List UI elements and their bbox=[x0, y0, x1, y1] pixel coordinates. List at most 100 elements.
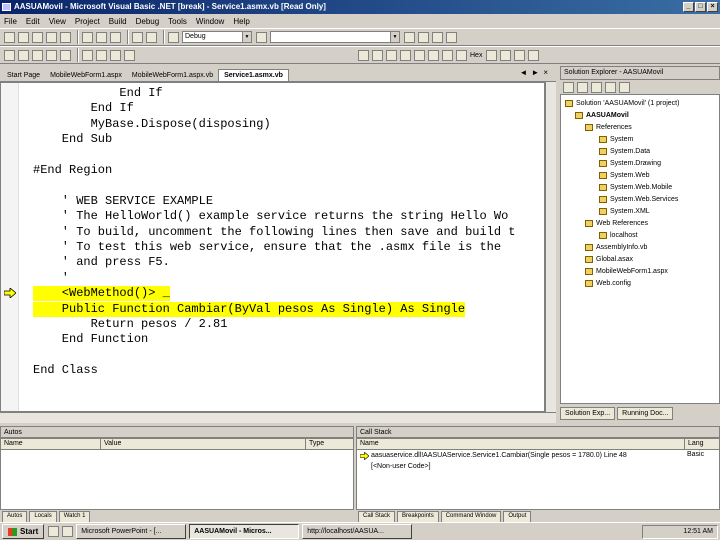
tree-item-references[interactable]: References bbox=[585, 122, 632, 133]
tab-mobilewebform1-aspx[interactable]: MobileWebForm1.aspx bbox=[45, 70, 127, 81]
web-icon[interactable] bbox=[528, 49, 540, 61]
callstack-col-lang[interactable]: Lang bbox=[685, 439, 719, 450]
new-project-icon[interactable] bbox=[4, 31, 15, 43]
properties-icon[interactable] bbox=[619, 81, 630, 93]
menu-build[interactable]: Build bbox=[109, 17, 127, 26]
callstack-grid[interactable]: Name Lang aasuaservice.dll!AASUAService.… bbox=[356, 438, 720, 510]
tree-item-ref-system-drawing[interactable]: System.Drawing bbox=[599, 158, 661, 169]
code-line[interactable]: ' To build, uncomment the following line… bbox=[33, 225, 516, 240]
menu-file[interactable]: File bbox=[4, 17, 17, 26]
solution-config-combo[interactable]: Debug ▼ bbox=[182, 31, 252, 43]
tree-item-ref-system-web-mobile[interactable]: System.Web.Mobile bbox=[599, 182, 672, 193]
tab-nav-controls[interactable]: ◄►× bbox=[519, 68, 552, 77]
redo-icon[interactable] bbox=[146, 31, 157, 43]
outdent-icon[interactable] bbox=[18, 49, 29, 61]
code-line[interactable]: ' WEB SERVICE EXAMPLE bbox=[33, 194, 213, 209]
code-line[interactable]: ' bbox=[33, 271, 69, 286]
editor-margin[interactable] bbox=[1, 83, 19, 411]
taskbar-powerpoint[interactable]: Microsoft PowerPoint - [... bbox=[76, 524, 187, 539]
tree-item-global-asax[interactable]: Global.asax bbox=[585, 254, 633, 265]
view-code-icon[interactable] bbox=[563, 81, 574, 93]
code-line[interactable]: End Function bbox=[33, 332, 148, 347]
bookmark-prev-icon[interactable] bbox=[110, 49, 121, 61]
tab-start-page[interactable]: Start Page bbox=[2, 70, 45, 81]
code-line[interactable]: <WebMethod()> _ bbox=[33, 286, 170, 302]
autos-col-name[interactable]: Name bbox=[1, 439, 101, 450]
code-editor[interactable]: End If End If MyBase.Dispose(disposing) … bbox=[0, 82, 545, 412]
bookmark-clear-icon[interactable] bbox=[124, 49, 135, 61]
code-line[interactable]: #End Region bbox=[33, 163, 112, 178]
menu-debug[interactable]: Debug bbox=[136, 17, 160, 26]
menu-view[interactable]: View bbox=[49, 17, 66, 26]
code-line[interactable]: ' The HelloWorld() example service retur… bbox=[33, 209, 508, 224]
start-debug-icon[interactable] bbox=[168, 31, 179, 43]
step-out-icon[interactable] bbox=[456, 49, 467, 61]
show-all-files-icon[interactable] bbox=[605, 81, 616, 93]
step-over-icon[interactable] bbox=[442, 49, 453, 61]
toolbox-icon[interactable] bbox=[432, 31, 443, 43]
autos-col-value[interactable]: Value bbox=[101, 439, 306, 450]
breakpoints-window-icon[interactable] bbox=[486, 49, 498, 61]
step-into-icon[interactable] bbox=[428, 49, 439, 61]
tab-mobilewebform1-aspx-vb[interactable]: MobileWebForm1.aspx.vb bbox=[127, 70, 218, 81]
callstack-col-name[interactable]: Name bbox=[357, 439, 685, 450]
format-icon[interactable] bbox=[4, 49, 15, 61]
start-button[interactable]: Start bbox=[2, 524, 45, 539]
tab-running-documents[interactable]: Running Doc... bbox=[617, 406, 674, 420]
bookmark-next-icon[interactable] bbox=[96, 49, 107, 61]
code-line[interactable]: Public Function Cambiar(ByVal pesos As S… bbox=[33, 301, 466, 317]
tree-item-ref-system-web[interactable]: System.Web bbox=[599, 170, 650, 181]
stop-debugging-icon[interactable] bbox=[386, 49, 397, 61]
menu-window[interactable]: Window bbox=[196, 17, 224, 26]
autos-grid[interactable]: Name Value Type bbox=[0, 438, 354, 510]
tab-service1-asmx-vb[interactable]: Service1.asmx.vb bbox=[218, 69, 289, 81]
editor-horizontal-scrollbar[interactable] bbox=[0, 412, 556, 423]
close-button[interactable]: × bbox=[707, 2, 718, 12]
tree-item-mobilewebform1[interactable]: MobileWebForm1.aspx bbox=[585, 266, 668, 277]
code-line[interactable]: Return pesos / 2.81 bbox=[33, 317, 228, 332]
show-next-statement-icon[interactable] bbox=[414, 49, 425, 61]
find-combo[interactable]: ▼ bbox=[270, 31, 400, 43]
menu-help[interactable]: Help bbox=[233, 17, 249, 26]
code-line[interactable]: End Sub bbox=[33, 132, 112, 147]
code-line[interactable]: End If bbox=[33, 101, 134, 116]
tree-item-ref-system-web-services[interactable]: System.Web.Services bbox=[599, 194, 678, 205]
add-item-icon[interactable] bbox=[18, 31, 29, 43]
find-icon[interactable] bbox=[256, 31, 267, 43]
code-line[interactable]: End Class bbox=[33, 363, 98, 378]
save-all-icon[interactable] bbox=[60, 31, 71, 43]
properties-icon[interactable] bbox=[418, 31, 429, 43]
tree-item-web-config[interactable]: Web.config bbox=[585, 278, 631, 289]
menu-edit[interactable]: Edit bbox=[26, 17, 40, 26]
menu-project[interactable]: Project bbox=[75, 17, 100, 26]
hex-toggle[interactable]: Hex bbox=[470, 52, 482, 59]
tree-item-solution[interactable]: Solution 'AASUAMovil' (1 project) bbox=[565, 98, 679, 109]
taskbar-visual-studio[interactable]: AASUAMovil - Micros... bbox=[189, 524, 300, 539]
class-view-icon[interactable] bbox=[446, 31, 457, 43]
open-file-icon[interactable] bbox=[32, 31, 43, 43]
refresh-icon[interactable] bbox=[591, 81, 602, 93]
paste-icon[interactable] bbox=[110, 31, 121, 43]
uncomment-icon[interactable] bbox=[60, 49, 71, 61]
quicklaunch-icon[interactable] bbox=[48, 526, 60, 537]
code-line[interactable]: MyBase.Dispose(disposing) bbox=[33, 117, 271, 132]
tree-item-localhost[interactable]: localhost bbox=[599, 230, 638, 241]
tree-item-project[interactable]: AASUAMovil bbox=[575, 110, 629, 121]
tab-solution-explorer[interactable]: Solution Exp... bbox=[560, 406, 616, 420]
autos-col-type[interactable]: Type bbox=[306, 439, 353, 450]
layout-icon[interactable] bbox=[500, 49, 512, 61]
save-icon[interactable] bbox=[46, 31, 57, 43]
indent-icon[interactable] bbox=[32, 49, 43, 61]
undo-icon[interactable] bbox=[132, 31, 143, 43]
taskbar-browser[interactable]: http://localhost/AASUA... bbox=[302, 524, 413, 539]
tree-item-ref-system[interactable]: System bbox=[599, 134, 633, 145]
code-line[interactable]: ' and press F5. bbox=[33, 255, 170, 270]
tree-item-ref-system-xml[interactable]: System.XML bbox=[599, 206, 650, 217]
tree-item-web-references[interactable]: Web References bbox=[585, 218, 648, 229]
minimize-button[interactable]: _ bbox=[683, 2, 694, 12]
tree-item-assemblyinfo[interactable]: AssemblyInfo.vb bbox=[585, 242, 647, 253]
bookmark-icon[interactable] bbox=[82, 49, 93, 61]
menu-tools[interactable]: Tools bbox=[168, 17, 187, 26]
restart-icon[interactable] bbox=[400, 49, 411, 61]
maximize-button[interactable]: □ bbox=[695, 2, 706, 12]
